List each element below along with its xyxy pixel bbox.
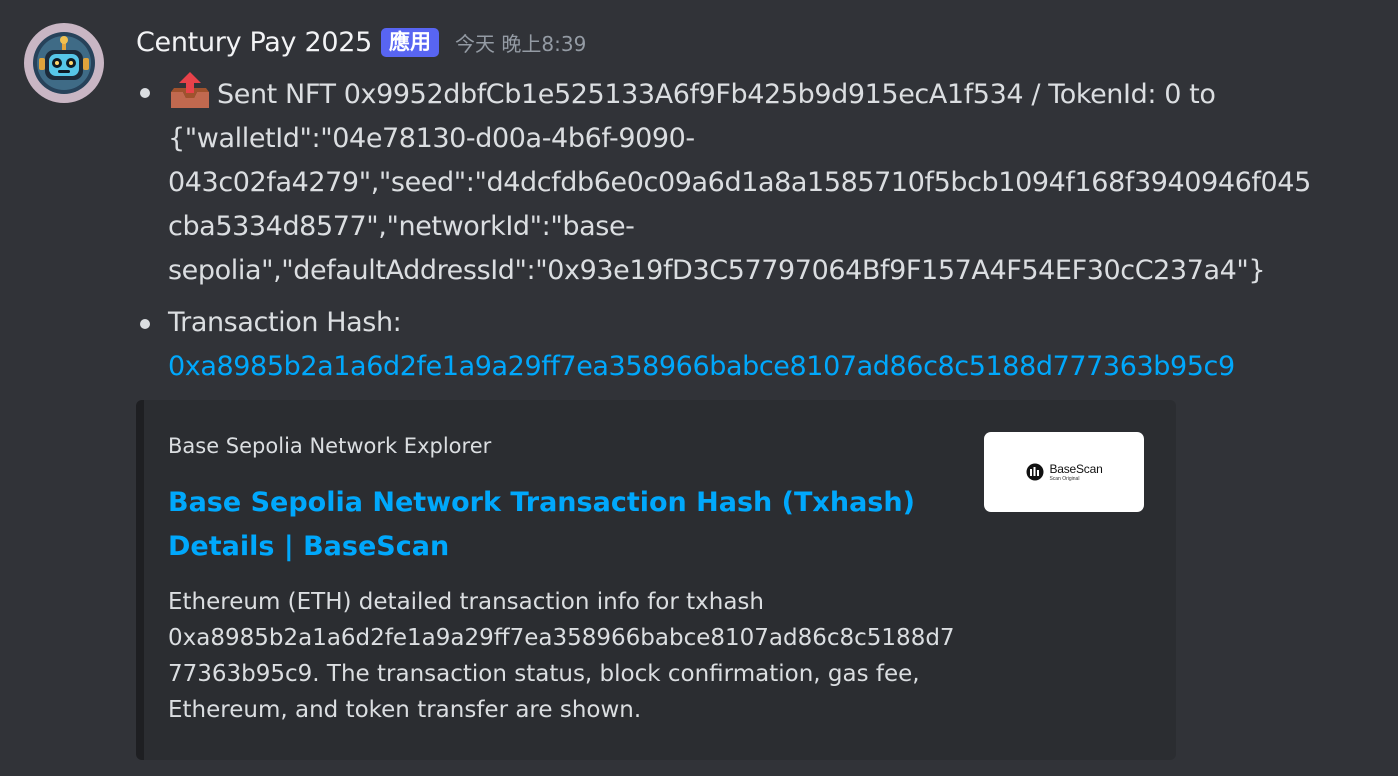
embed-provider[interactable]: Base Sepolia Network Explorer xyxy=(168,434,491,458)
embed-title-line-2[interactable]: Details | BaseScan xyxy=(168,525,928,569)
sent-nft-line-3: 043c02fa4279","seed":"d4dcfdb6e0c09a6d1a… xyxy=(168,167,1311,198)
basescan-wordmark: BaseScan Scan Original xyxy=(1049,461,1103,482)
link-embed: Base Sepolia Network Explorer Base Sepol… xyxy=(136,400,1176,760)
avatar[interactable] xyxy=(24,23,104,103)
embed-desc-line-3: 77363b95c9. The transaction status, bloc… xyxy=(168,661,920,687)
author-name[interactable]: Century Pay 2025 xyxy=(136,27,372,58)
sent-nft-line-1: Sent NFT 0x9952dbfCb1e525133A6f9Fb425b9d… xyxy=(168,70,1346,117)
message-header: Century Pay 2025 應用 今天 晚上8:39 xyxy=(136,22,586,62)
sent-nft-line-5: sepolia","defaultAddressId":"0x93e19fD3C… xyxy=(168,255,1266,286)
embed-thumbnail[interactable]: BaseScan Scan Original xyxy=(984,432,1144,512)
sent-nft-text: Sent NFT 0x9952dbfCb1e525133A6f9Fb425b9d… xyxy=(217,79,1216,110)
sent-nft-line-2: {"walletId":"04e78130-d00a-4b6f-9090- xyxy=(168,123,695,154)
embed-desc-line-4: Ethereum, and token transfer are shown. xyxy=(168,697,642,723)
embed-title-line-1[interactable]: Base Sepolia Network Transaction Hash (T… xyxy=(168,481,928,525)
embed-description: Ethereum (ETH) detailed transaction info… xyxy=(168,584,968,728)
embed-desc-line-2: 0xa8985b2a1a6d2fe1a9a29ff7ea358966babce8… xyxy=(168,625,955,651)
thumbnail-brand: BaseScan xyxy=(1049,461,1103,476)
transaction-hash-link[interactable]: 0xa8985b2a1a6d2fe1a9a29ff7ea358966babce8… xyxy=(168,345,1346,389)
list-item: Transaction Hash: 0xa8985b2a1a6d2fe1a9a2… xyxy=(136,301,1346,389)
bullet-dot xyxy=(140,88,150,98)
embed-title[interactable]: Base Sepolia Network Transaction Hash (T… xyxy=(168,481,928,569)
message-timestamp[interactable]: 今天 晚上8:39 xyxy=(455,28,586,57)
transaction-hash-label: Transaction Hash: xyxy=(168,307,402,338)
embed-desc-line-1: Ethereum (ETH) detailed transaction info… xyxy=(168,589,764,615)
robot-avatar-icon xyxy=(33,32,95,94)
message-content: Sent NFT 0x9952dbfCb1e525133A6f9Fb425b9d… xyxy=(136,70,1346,389)
bullet-dot xyxy=(140,319,150,329)
chat-message: Century Pay 2025 應用 今天 晚上8:39 Sent NFT 0… xyxy=(0,0,1398,776)
app-badge: 應用 xyxy=(381,27,440,57)
sent-nft-line-4: cba5334d8577","networkId":"base- xyxy=(168,211,635,242)
thumbnail-sub: Scan Original xyxy=(1049,475,1080,482)
basescan-logo: BaseScan Scan Original xyxy=(1025,461,1103,482)
basescan-bars-icon xyxy=(1026,463,1044,481)
outbox-tray-icon xyxy=(171,72,209,108)
list-item: Sent NFT 0x9952dbfCb1e525133A6f9Fb425b9d… xyxy=(136,70,1346,293)
